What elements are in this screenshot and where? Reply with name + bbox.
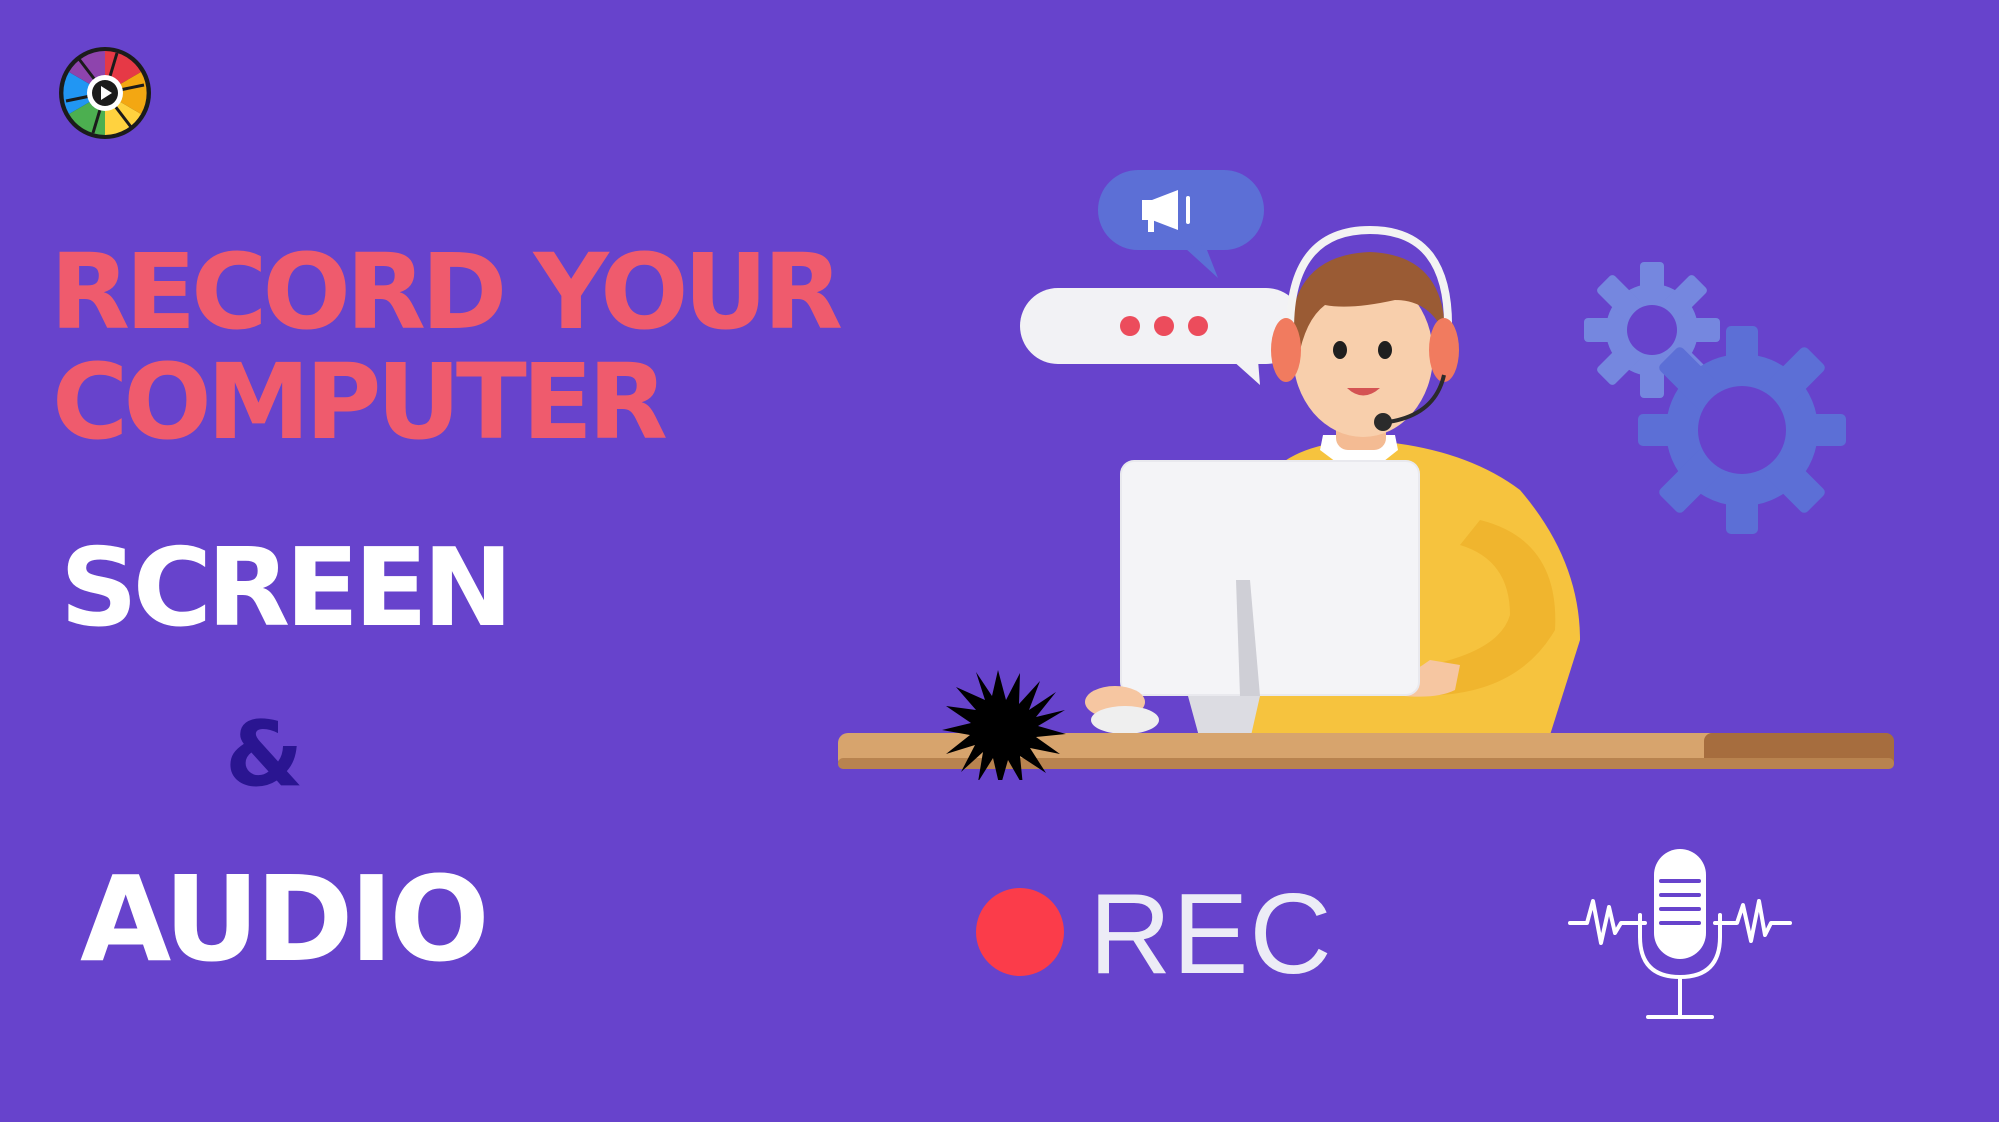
mouse [1091, 706, 1159, 734]
headline-screen: SCREEN [60, 526, 513, 651]
headline-audio: AUDIO [80, 850, 490, 988]
typing-dots-bubble [1020, 288, 1304, 385]
hero-banner: RECORD YOUR COMPUTER SCREEN & AUDIO REC [0, 0, 1999, 1122]
camera-aperture-play-logo [59, 47, 151, 139]
gear-icon [1638, 326, 1846, 534]
rec-label: REC [1089, 871, 1333, 998]
person-at-computer-illustration [838, 170, 1894, 780]
headline-line-1: RECORD YOUR [50, 231, 843, 353]
record-dot-icon [976, 888, 1064, 976]
megaphone-bubble [1098, 170, 1264, 278]
headline-ampersand: & [225, 702, 304, 807]
microphone-waveform-icon [1568, 849, 1792, 1019]
headline-line-2: COMPUTER [52, 341, 668, 463]
